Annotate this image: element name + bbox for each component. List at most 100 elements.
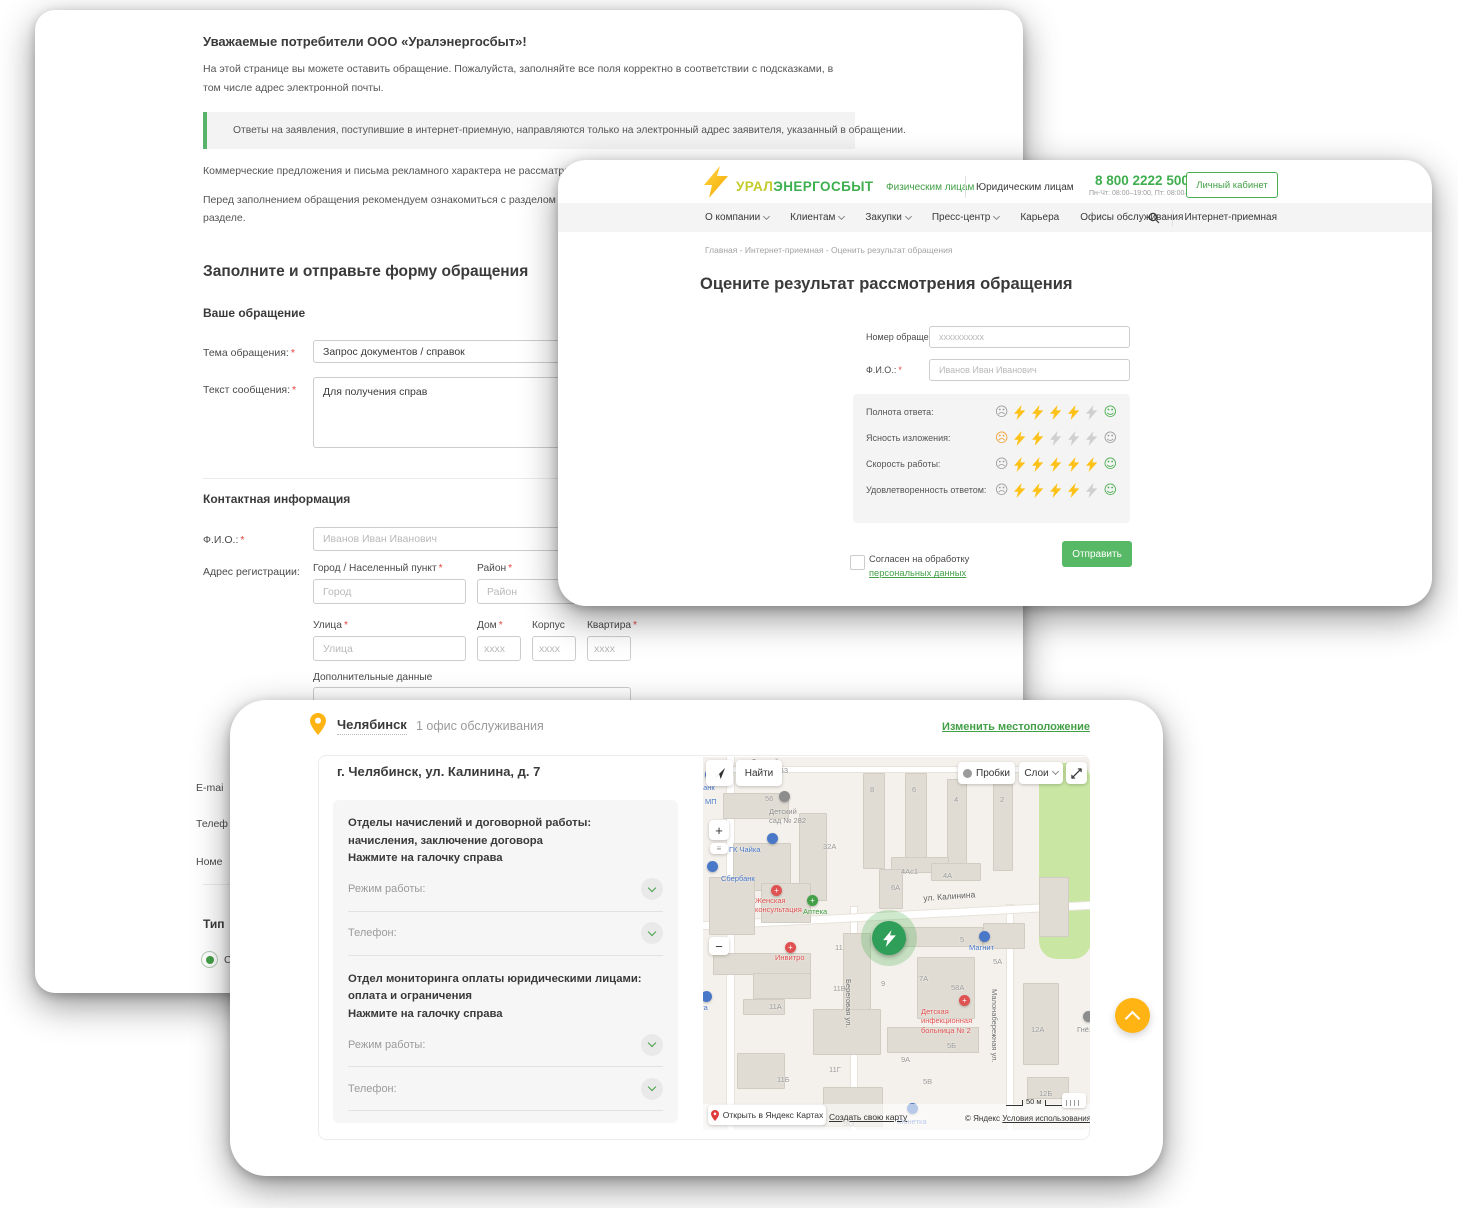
rating-row-label: Скорость работы:	[866, 459, 940, 469]
office-marker[interactable]	[872, 921, 906, 955]
lightning-bolt-icon[interactable]	[1049, 405, 1062, 420]
lightning-bolt-icon[interactable]	[1049, 457, 1062, 472]
street-input[interactable]	[313, 636, 466, 661]
lightning-bolt-icon[interactable]	[1067, 483, 1080, 498]
create-map-link[interactable]: Создать свою карту	[829, 1112, 907, 1122]
map-building	[753, 973, 811, 999]
nav-item[interactable]: О компании	[705, 212, 769, 223]
map-search-button[interactable]: Найти	[736, 760, 782, 786]
street-label: Улица*	[313, 620, 348, 631]
open-in-yandex-button[interactable]: Открыть в Яндекс Картах	[708, 1105, 826, 1125]
sad-face-icon[interactable]: ☹	[995, 406, 1009, 419]
map-canvas[interactable]: Найти Пробки Слои + ≡ − Открыть в Яндекс…	[703, 757, 1090, 1130]
map-label: 56	[765, 794, 773, 803]
lightning-bolt-icon[interactable]	[1031, 457, 1044, 472]
lightning-bolt-icon[interactable]	[1049, 483, 1062, 498]
nav-item[interactable]: Карьера	[1020, 212, 1059, 223]
nav-item[interactable]: Закупки	[865, 212, 910, 223]
map-building	[993, 779, 1013, 871]
map-zoom-in-button[interactable]: +	[709, 820, 729, 840]
terms-link[interactable]: Условия использования	[1002, 1114, 1090, 1123]
city-selector[interactable]: Челябинск	[337, 717, 407, 735]
rating-fio-input[interactable]	[929, 359, 1130, 381]
apartment-label: Квартира*	[587, 620, 637, 631]
breadcrumb[interactable]: Главная - Интернет-приемная - Оценить ре…	[705, 245, 952, 255]
lightning-bolt-icon[interactable]	[1031, 431, 1044, 446]
ruler-icon[interactable]	[1062, 1093, 1086, 1108]
lightning-bolt-icon[interactable]	[1049, 431, 1062, 446]
lightning-bolt-icon[interactable]	[1013, 431, 1026, 446]
lightning-bolt-icon[interactable]	[1085, 431, 1098, 446]
sad-face-icon[interactable]: ☹	[995, 432, 1009, 445]
happy-face-icon[interactable]: ☺	[1103, 406, 1117, 419]
phone-number[interactable]: 8 800 2222 500	[1095, 173, 1189, 188]
lightning-bolt-icon[interactable]	[1085, 405, 1098, 420]
change-location-link[interactable]: Изменить местоположение	[942, 721, 1090, 733]
rating-row: Ясность изложения:☹☺	[853, 425, 1130, 451]
lightning-bolt-icon[interactable]	[1067, 457, 1080, 472]
map-label: МП	[705, 797, 717, 806]
sad-face-icon[interactable]: ☹	[995, 458, 1009, 471]
map-ruler-mini-button[interactable]: ≡	[710, 843, 728, 854]
lightning-bolt-icon[interactable]	[1031, 405, 1044, 420]
appeal-number-input[interactable]	[929, 326, 1130, 348]
map-poi-icon[interactable]	[767, 833, 778, 844]
map-layers-button[interactable]: Слои	[1019, 762, 1063, 784]
submit-button[interactable]: Отправить	[1062, 541, 1132, 567]
map-traffic-button[interactable]: Пробки	[958, 762, 1015, 784]
expand-chevron-button[interactable]	[641, 1034, 663, 1056]
map-locate-button[interactable]	[706, 760, 733, 786]
korpus-input[interactable]	[532, 636, 576, 661]
happy-face-icon[interactable]: ☺	[1103, 432, 1117, 445]
map-zoom-out-button[interactable]: −	[709, 937, 729, 955]
happy-face-icon[interactable]: ☺	[1103, 458, 1117, 471]
type-radio[interactable]	[201, 951, 218, 968]
email-label: E-mai	[196, 782, 223, 794]
map-fullscreen-button[interactable]	[1066, 762, 1087, 784]
internet-reception-link[interactable]: Интернет-приемная	[1185, 212, 1277, 223]
rating-row: Полнота ответа: ☹ ☺	[853, 399, 1130, 425]
map-poi-icon[interactable]: +	[771, 885, 782, 896]
lightning-bolt-icon[interactable]	[1085, 457, 1098, 472]
expand-chevron-button[interactable]	[641, 1078, 663, 1100]
topic-label: Тема обращения:*	[203, 347, 295, 359]
map-poi-icon[interactable]	[707, 861, 718, 872]
personal-data-link[interactable]: персональных данных	[869, 568, 966, 578]
lightning-bolt-icon[interactable]	[1085, 483, 1098, 498]
city-input[interactable]	[313, 579, 466, 604]
scroll-to-top-button[interactable]	[1115, 998, 1150, 1033]
individuals-link[interactable]: Физическим лицам	[886, 182, 974, 193]
apartment-input[interactable]	[587, 636, 631, 661]
lightning-bolt-icon[interactable]	[1013, 457, 1026, 472]
nav-item-label: Клиентам	[790, 212, 835, 223]
map-label: га	[703, 1003, 708, 1012]
map-poi-icon[interactable]: +	[807, 895, 818, 906]
lightning-bolt-icon[interactable]	[1013, 405, 1026, 420]
logo-text[interactable]: УРАЛЭНЕРГОСБЫТ	[736, 179, 873, 194]
lightning-bolt-icon[interactable]	[1067, 405, 1080, 420]
map-poi-icon[interactable]	[703, 991, 712, 1002]
expand-chevron-button[interactable]	[641, 878, 663, 900]
account-button[interactable]: Личный кабинет	[1186, 172, 1278, 198]
map-poi-icon[interactable]	[779, 791, 790, 802]
legal-entities-link[interactable]: Юридическим лицам	[976, 182, 1074, 193]
nav-item[interactable]: Пресс-центр	[932, 212, 999, 223]
nav-item[interactable]: Клиентам	[790, 212, 844, 223]
map-label: 8	[870, 785, 874, 794]
lightning-bolt-icon[interactable]	[1031, 483, 1044, 498]
expand-chevron-button[interactable]	[641, 922, 663, 944]
house-input[interactable]	[477, 636, 521, 661]
sad-face-icon[interactable]: ☹	[995, 484, 1009, 497]
map-poi-icon[interactable]	[1083, 1011, 1090, 1022]
lightning-bolt-icon[interactable]	[1067, 431, 1080, 446]
happy-face-icon[interactable]: ☺	[1103, 484, 1117, 497]
map-poi-icon[interactable]: +	[785, 942, 796, 953]
map-poi-icon[interactable]: +	[959, 995, 970, 1006]
lightning-bolt-icon[interactable]	[1013, 483, 1026, 498]
consent-checkbox[interactable]	[850, 555, 865, 570]
map-label: ГК Чайка	[729, 845, 761, 854]
map-poi-icon[interactable]	[979, 931, 990, 942]
search-icon[interactable]	[1148, 212, 1160, 224]
logo-bolt-icon[interactable]	[702, 166, 730, 203]
rating-row-label: Полнота ответа:	[866, 407, 934, 417]
